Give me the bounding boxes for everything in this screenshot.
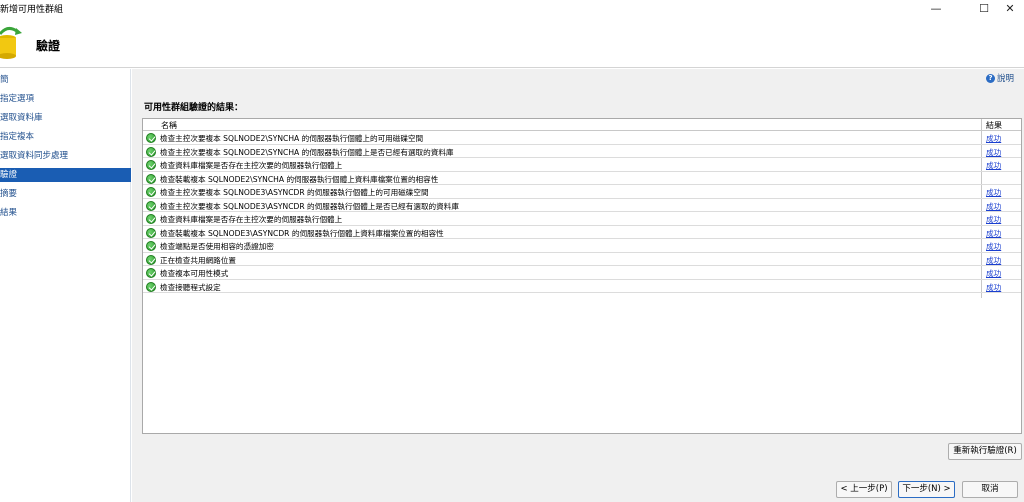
success-check-icon [146, 281, 156, 292]
sidebar-item-options[interactable]: 指定選項 [0, 92, 131, 106]
success-check-icon [146, 241, 156, 251]
row-name: 檢查主控次要複本 SQLNODE3\ASYNCDR 的伺服器執行個體上是否已經有… [160, 201, 459, 211]
row-name: 檢查端點是否使用相容的憑證加密 [160, 242, 274, 251]
table-row: 檢查複本可用性模式 成功 [143, 266, 1021, 280]
table-row: 正在檢查共用網路位置 成功 [143, 253, 1021, 266]
sidebar-item-summary[interactable]: 摘要 [0, 187, 131, 201]
wizard-header: 驗證 [0, 18, 1024, 68]
success-check-icon [146, 254, 156, 265]
success-check-icon [146, 214, 156, 224]
row-result-link[interactable]: 成功 [986, 228, 1001, 239]
success-check-icon [146, 173, 156, 184]
row-name: 正在檢查共用網路位置 [160, 255, 236, 265]
row-result-link[interactable]: 成功 [986, 201, 1001, 212]
row-name: 檢查複本可用性模式 [160, 269, 229, 278]
minimize-button[interactable]: — [920, 0, 952, 18]
success-check-icon [146, 187, 156, 197]
sidebar-item-databases[interactable]: 選取資料庫 [0, 111, 131, 125]
wizard-content: ? 說明 可用性群組驗證的結果： 名稱 結果 檢查主控次要複本 SQLNODE2… [132, 69, 1024, 502]
success-check-icon [146, 227, 156, 238]
table-row: 檢查裝載複本 SQLNODE3\ASYNCDR 的伺服器執行個體上資料庫檔案位置… [143, 226, 1021, 239]
sidebar-item-replicas[interactable]: 指定複本 [0, 130, 131, 144]
row-result-link[interactable]: 成功 [986, 268, 1001, 279]
column-header-result[interactable]: 結果 [986, 120, 1002, 131]
row-name: 檢查資料庫檔案是否存在主控次要的伺服器執行個體上 [160, 161, 343, 170]
success-check-icon [146, 268, 156, 278]
row-result-link[interactable]: 成功 [986, 282, 1001, 293]
row-name: 檢查裝載複本 SQLNODE3\ASYNCDR 的伺服器執行個體上資料庫檔案位置… [160, 228, 444, 238]
table-row: 檢查主控次要複本 SQLNODE2\SYNCHA 的伺服器執行個體上的可用磁碟空… [143, 131, 1021, 145]
table-row: 檢查主控次要複本 SQLNODE3\ASYNCDR 的伺服器執行個體上是否已經有… [143, 199, 1021, 212]
success-check-icon [146, 133, 156, 143]
close-button[interactable]: ✕ [994, 0, 1024, 18]
column-header-name[interactable]: 名稱 [161, 120, 177, 131]
success-check-icon [146, 146, 156, 157]
table-row: 檢查資料庫檔案是否存在主控次要的伺服器執行個體上 成功 [143, 158, 1021, 172]
row-result-link[interactable]: 成功 [986, 133, 1001, 144]
page-heading: 驗證 [36, 39, 61, 53]
next-button[interactable]: 下一步(N) > [898, 481, 955, 498]
row-result-link[interactable]: 成功 [986, 160, 1001, 171]
grid-header: 名稱 結果 [143, 119, 1021, 131]
previous-button[interactable]: < 上一步(P) [836, 481, 892, 498]
table-row: 檢查接聽程式設定 成功 [143, 280, 1021, 293]
validation-results-grid: 名稱 結果 檢查主控次要複本 SQLNODE2\SYNCHA 的伺服器執行個體上… [142, 118, 1022, 434]
availability-group-icon [0, 27, 22, 59]
table-row: 檢查主控次要複本 SQLNODE2\SYNCHA 的伺服器執行個體上是否已經有選… [143, 145, 1021, 158]
row-name: 檢查主控次要複本 SQLNODE2\SYNCHA 的伺服器執行個體上的可用磁碟空… [160, 134, 424, 143]
window-title: 新增可用性群組 [0, 5, 64, 15]
table-row: 檢查裝載複本 SQLNODE2\SYNCHA 的伺服器執行個體上資料庫檔案位置的… [143, 172, 1021, 185]
title-bar: 新增可用性群組 — ☐ ✕ [0, 0, 1024, 18]
row-name: 檢查主控次要複本 SQLNODE3\ASYNCDR 的伺服器執行個體上的可用磁碟… [160, 188, 429, 197]
row-name: 檢查接聽程式設定 [160, 282, 221, 292]
cancel-button[interactable]: 取消 [962, 481, 1018, 498]
row-name: 檢查資料庫檔案是否存在主控次要的伺服器執行個體上 [160, 215, 343, 224]
table-row: 檢查主控次要複本 SQLNODE3\ASYNCDR 的伺服器執行個體上的可用磁碟… [143, 185, 1021, 199]
success-check-icon [146, 160, 156, 170]
sidebar-item-data-sync[interactable]: 選取資料同步處理 [0, 149, 131, 163]
help-link[interactable]: ? 說明 [985, 72, 1014, 84]
row-result-link[interactable]: 成功 [986, 255, 1001, 266]
table-row: 檢查資料庫檔案是否存在主控次要的伺服器執行個體上 成功 [143, 212, 1021, 226]
row-name: 檢查主控次要複本 SQLNODE2\SYNCHA 的伺服器執行個體上是否已經有選… [160, 147, 454, 157]
success-check-icon [146, 200, 156, 211]
row-name: 檢查裝載複本 SQLNODE2\SYNCHA 的伺服器執行個體上資料庫檔案位置的… [160, 174, 439, 184]
wizard-sidebar: 簡 指定選項 選取資料庫 指定複本 選取資料同步處理 驗證 摘要 結果 [0, 69, 131, 502]
sidebar-item-results[interactable]: 結果 [0, 206, 131, 220]
row-result-link[interactable]: 成功 [986, 147, 1001, 158]
sidebar-item-validation[interactable]: 驗證 [0, 168, 131, 182]
row-result-link[interactable]: 成功 [986, 214, 1001, 225]
rerun-validation-button[interactable]: 重新執行驗證(R) [948, 443, 1022, 460]
row-result-link[interactable]: 成功 [986, 241, 1001, 252]
sidebar-item-intro[interactable]: 簡 [0, 73, 131, 87]
table-row: 檢查端點是否使用相容的憑證加密 成功 [143, 239, 1021, 253]
row-result-link[interactable]: 成功 [986, 187, 1001, 198]
help-icon: ? [985, 73, 995, 83]
help-label: 說明 [996, 74, 1014, 84]
section-title: 可用性群組驗證的結果： [144, 103, 244, 113]
